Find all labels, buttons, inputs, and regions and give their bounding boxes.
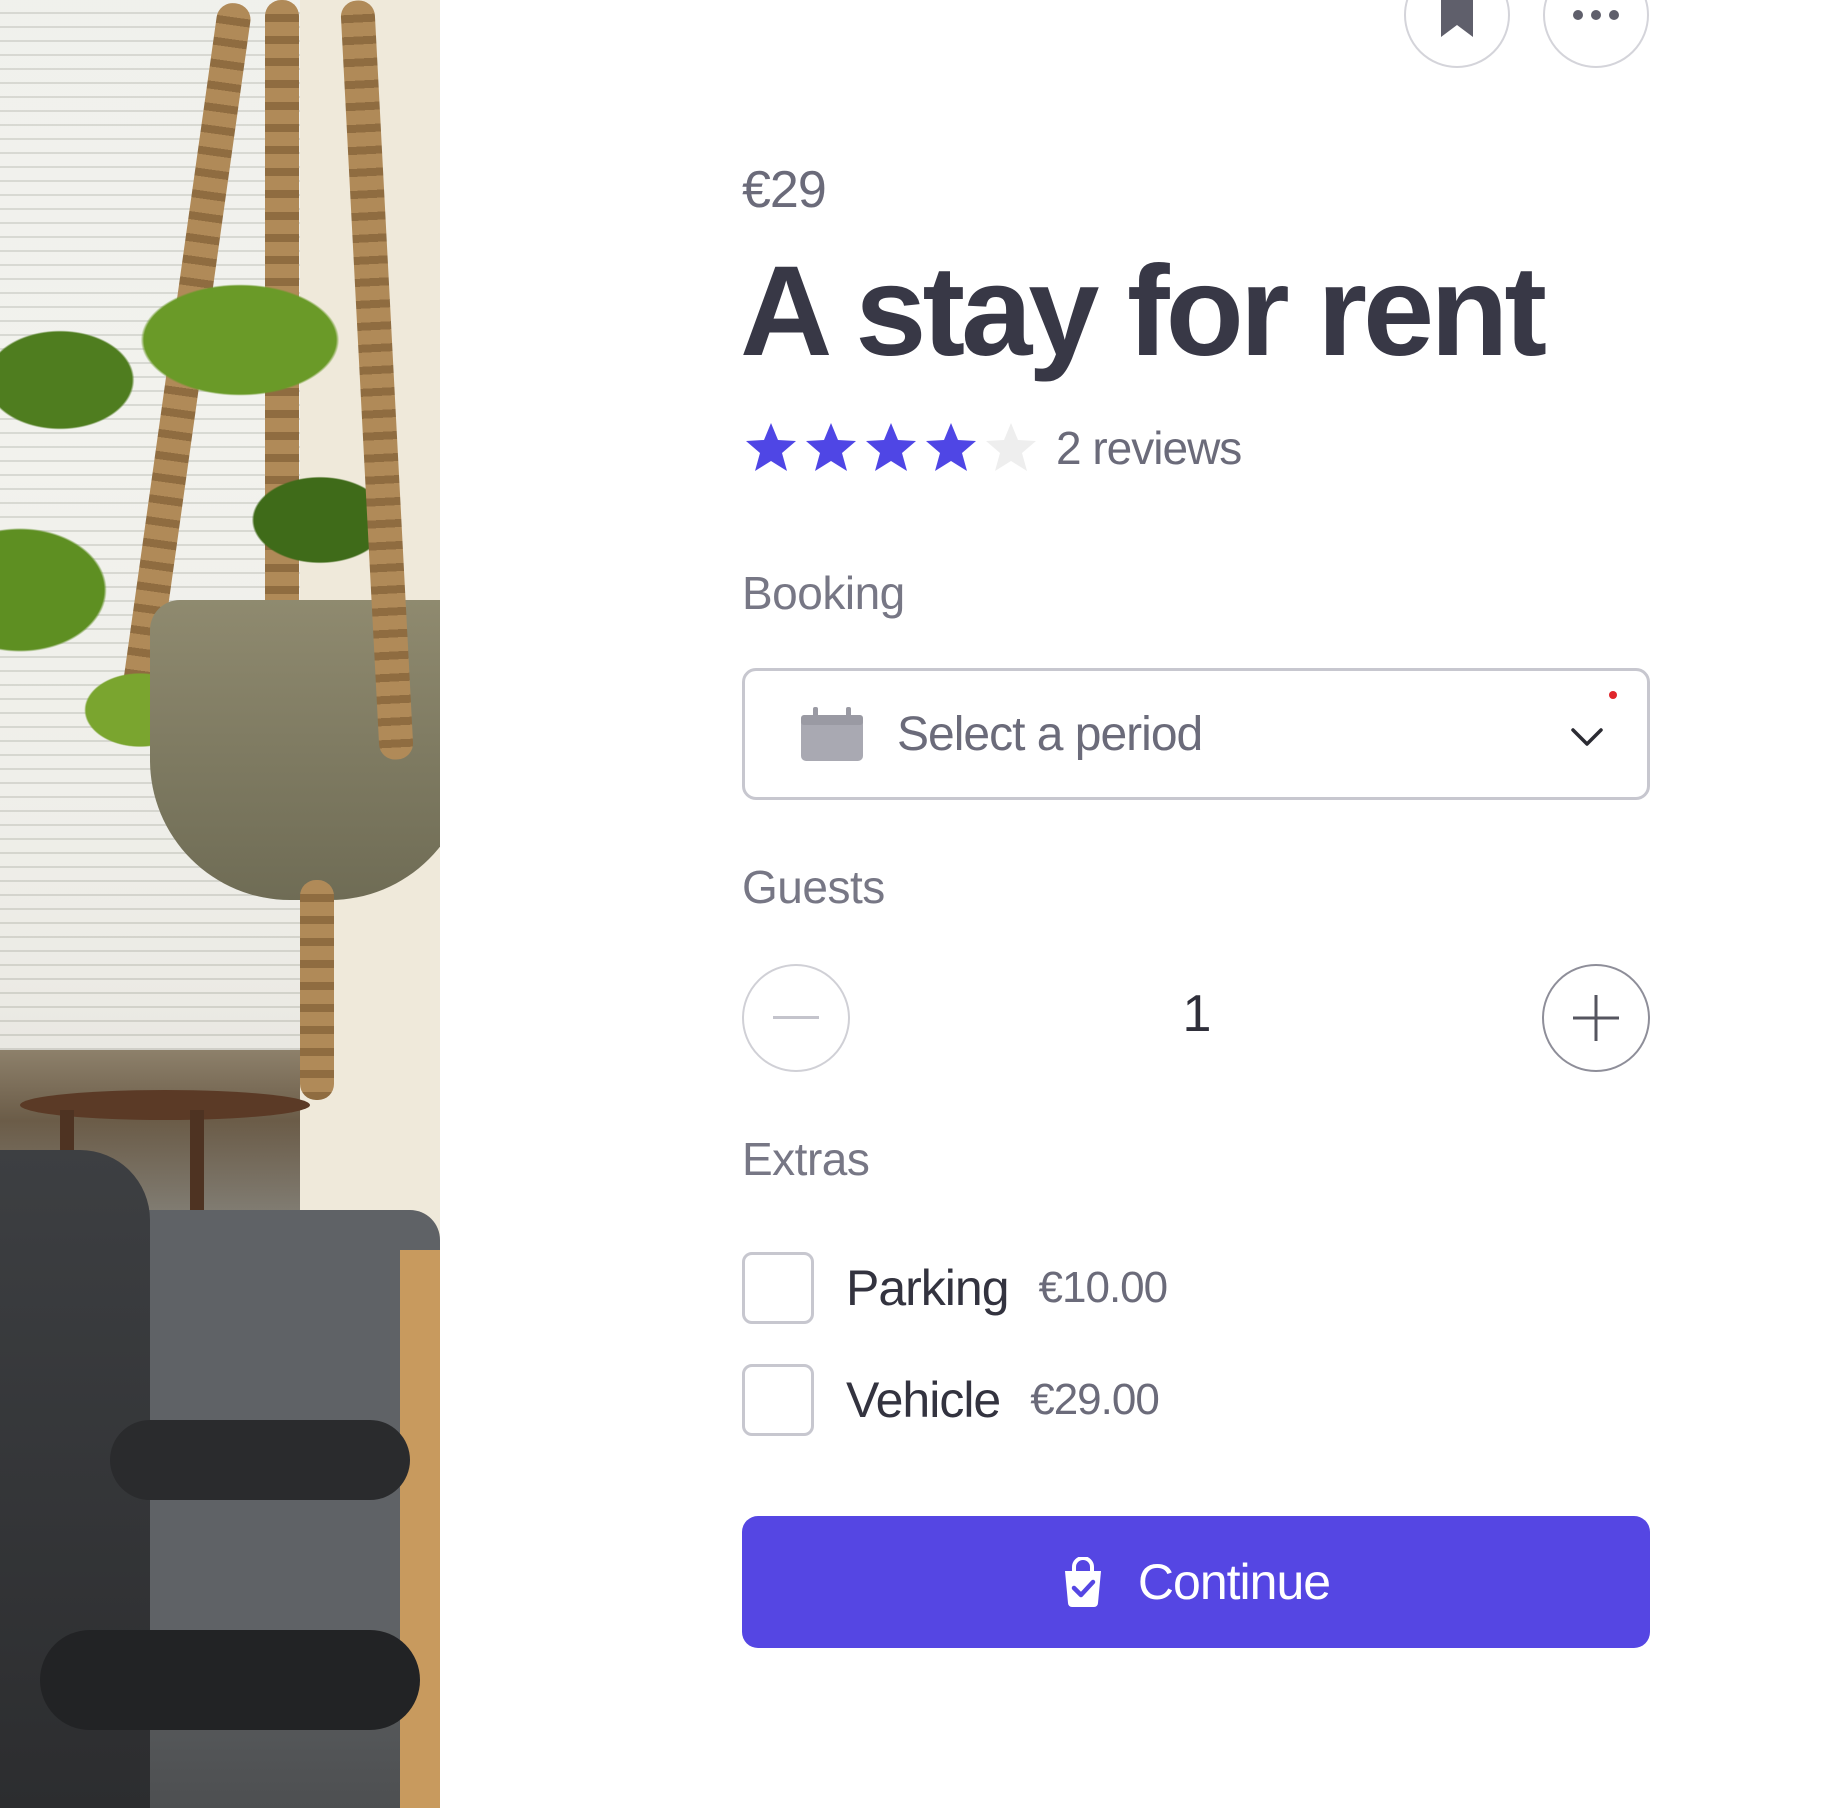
photo-desk [400, 1250, 440, 1808]
star-empty-icon [986, 423, 1036, 471]
more-options-button[interactable] [1543, 0, 1649, 68]
vehicle-checkbox[interactable] [742, 1364, 814, 1436]
page: €29 A stay for rent 2 reviews Booking Se… [0, 0, 1828, 1808]
continue-button[interactable]: Continue [742, 1516, 1650, 1648]
photo-chair-armrest [40, 1630, 420, 1730]
extra-option-parking: Parking €10.00 [742, 1252, 1169, 1324]
star-filled-icon [746, 423, 796, 471]
more-horizontal-icon [1573, 10, 1619, 20]
listing-photo [0, 0, 440, 1808]
extra-price: €10.00 [1038, 1263, 1169, 1312]
required-indicator-dot [1609, 691, 1617, 699]
extra-name: Vehicle [846, 1372, 1001, 1428]
period-placeholder: Select a period [897, 707, 1203, 761]
decrease-guests-button[interactable] [742, 964, 850, 1072]
photo-chair-armrest [110, 1420, 410, 1500]
shopping-bag-check-icon [1064, 1557, 1101, 1607]
plus-icon [1573, 995, 1619, 1041]
chevron-down-icon [1571, 728, 1603, 746]
calendar-icon [801, 707, 863, 761]
minus-icon [773, 1016, 819, 1019]
bookmark-button[interactable] [1404, 0, 1510, 68]
parking-checkbox[interactable] [742, 1252, 814, 1324]
reviews-link[interactable]: 2 reviews [1056, 421, 1242, 475]
booking-label: Booking [742, 567, 905, 619]
extra-name: Parking [846, 1260, 1010, 1316]
guest-count: 1 [1182, 985, 1212, 1043]
increase-guests-button[interactable] [1542, 964, 1650, 1072]
guests-label: Guests [742, 861, 885, 913]
rating-stars [744, 421, 1038, 475]
rating: 2 reviews [744, 418, 1242, 478]
extra-price: €29.00 [1030, 1375, 1160, 1424]
bookmark-icon [1441, 0, 1473, 37]
period-select[interactable]: Select a period [742, 668, 1650, 800]
star-filled-icon [866, 423, 916, 471]
listing-title: A stay for rent [740, 240, 1547, 383]
extra-option-vehicle: Vehicle €29.00 [742, 1364, 1160, 1436]
listing-price: €29 [742, 161, 827, 219]
extras-label: Extras [742, 1133, 870, 1185]
star-filled-icon [806, 423, 856, 471]
continue-label: Continue [1137, 1554, 1331, 1610]
star-filled-icon [926, 423, 976, 471]
photo-macrame-tassel [300, 880, 334, 1100]
